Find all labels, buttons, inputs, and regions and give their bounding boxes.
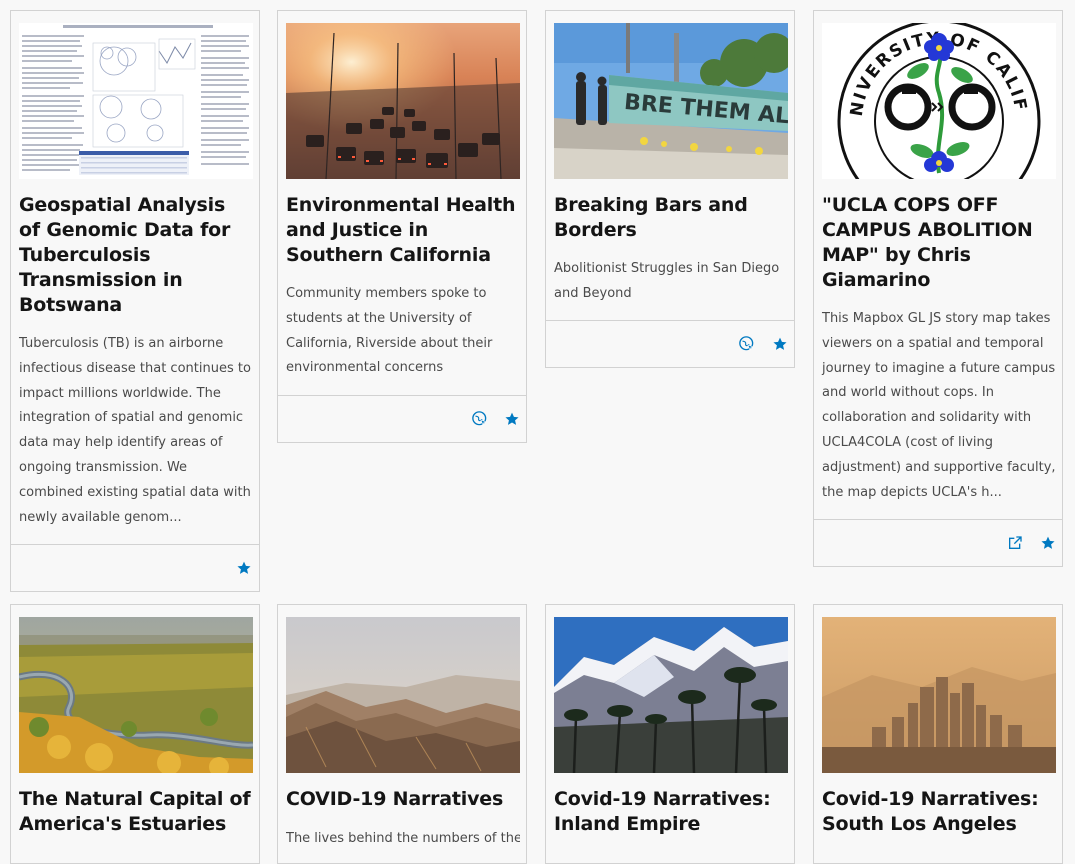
card-title[interactable]: Covid-19 Narratives: South Los Angeles xyxy=(822,787,1054,837)
la-skyline-image xyxy=(822,617,1056,773)
globe-pointer-icon[interactable] xyxy=(737,334,757,354)
story-card[interactable]: Environmental Health and Justice in Sout… xyxy=(277,10,527,443)
freeway-traffic-image xyxy=(286,23,520,179)
card-title[interactable]: "UCLA COPS OFF CAMPUS ABOLITION MAP" by … xyxy=(822,193,1054,293)
protest-banner-image: BRE THEM ALL xyxy=(554,23,788,179)
card-thumbnail[interactable]: THE UNIVERSITY OF CALIFORNIA xyxy=(822,23,1056,179)
star-icon[interactable] xyxy=(502,409,522,429)
card-snippet: Community members spoke to students at t… xyxy=(286,286,493,376)
card-thumbnail[interactable] xyxy=(286,23,520,179)
story-card[interactable]: The Natural Capital of America's Estuari… xyxy=(10,604,260,864)
card-thumbnail[interactable] xyxy=(19,617,253,773)
card-footer xyxy=(11,544,259,591)
card-title[interactable]: Geospatial Analysis of Genomic Data for … xyxy=(19,193,251,318)
estuary-marsh-image xyxy=(19,617,253,773)
university-seal-image: THE UNIVERSITY OF CALIFORNIA xyxy=(822,23,1056,179)
star-icon[interactable] xyxy=(234,558,254,578)
research-poster-image xyxy=(19,23,253,179)
card-snippet: Tuberculosis (TB) is an airborne infecti… xyxy=(19,336,251,525)
card-thumbnail[interactable] xyxy=(822,617,1056,773)
story-card[interactable]: THE UNIVERSITY OF CALIFORNIA xyxy=(813,10,1063,567)
card-snippet: Abolitionist Struggles in San Diego and … xyxy=(554,261,780,301)
card-title[interactable]: The Natural Capital of America's Estuari… xyxy=(19,787,251,837)
star-icon[interactable] xyxy=(1038,533,1058,553)
globe-pointer-icon[interactable] xyxy=(470,409,490,429)
story-card[interactable]: Geospatial Analysis of Genomic Data for … xyxy=(10,10,260,592)
card-footer xyxy=(814,519,1062,566)
story-card[interactable]: Covid-19 Narratives: Inland Empire xyxy=(545,604,795,864)
card-thumbnail[interactable] xyxy=(554,617,788,773)
story-card[interactable]: BRE THEM ALL Breaking Bars and Borders A… xyxy=(545,10,795,368)
card-title[interactable]: COVID-19 Narratives xyxy=(286,787,518,812)
card-thumbnail[interactable] xyxy=(19,23,253,179)
story-card[interactable]: Covid-19 Narratives: South Los Angeles xyxy=(813,604,1063,864)
card-footer xyxy=(278,395,526,442)
card-title[interactable]: Breaking Bars and Borders xyxy=(554,193,786,243)
card-thumbnail[interactable] xyxy=(286,617,520,773)
card-title[interactable]: Covid-19 Narratives: Inland Empire xyxy=(554,787,786,837)
snowy-mountains-palms-image xyxy=(554,617,788,773)
star-icon[interactable] xyxy=(770,334,790,354)
desert-hills-image xyxy=(286,617,520,773)
card-title[interactable]: Environmental Health and Justice in Sout… xyxy=(286,193,518,268)
card-snippet: This Mapbox GL JS story map takes viewer… xyxy=(822,311,1056,500)
external-link-icon[interactable] xyxy=(1005,533,1025,553)
card-thumbnail[interactable]: BRE THEM ALL xyxy=(554,23,788,179)
card-snippet: The lives behind the numbers of the xyxy=(286,831,520,846)
card-footer xyxy=(546,320,794,367)
story-card[interactable]: COVID-19 Narratives The lives behind the… xyxy=(277,604,527,864)
